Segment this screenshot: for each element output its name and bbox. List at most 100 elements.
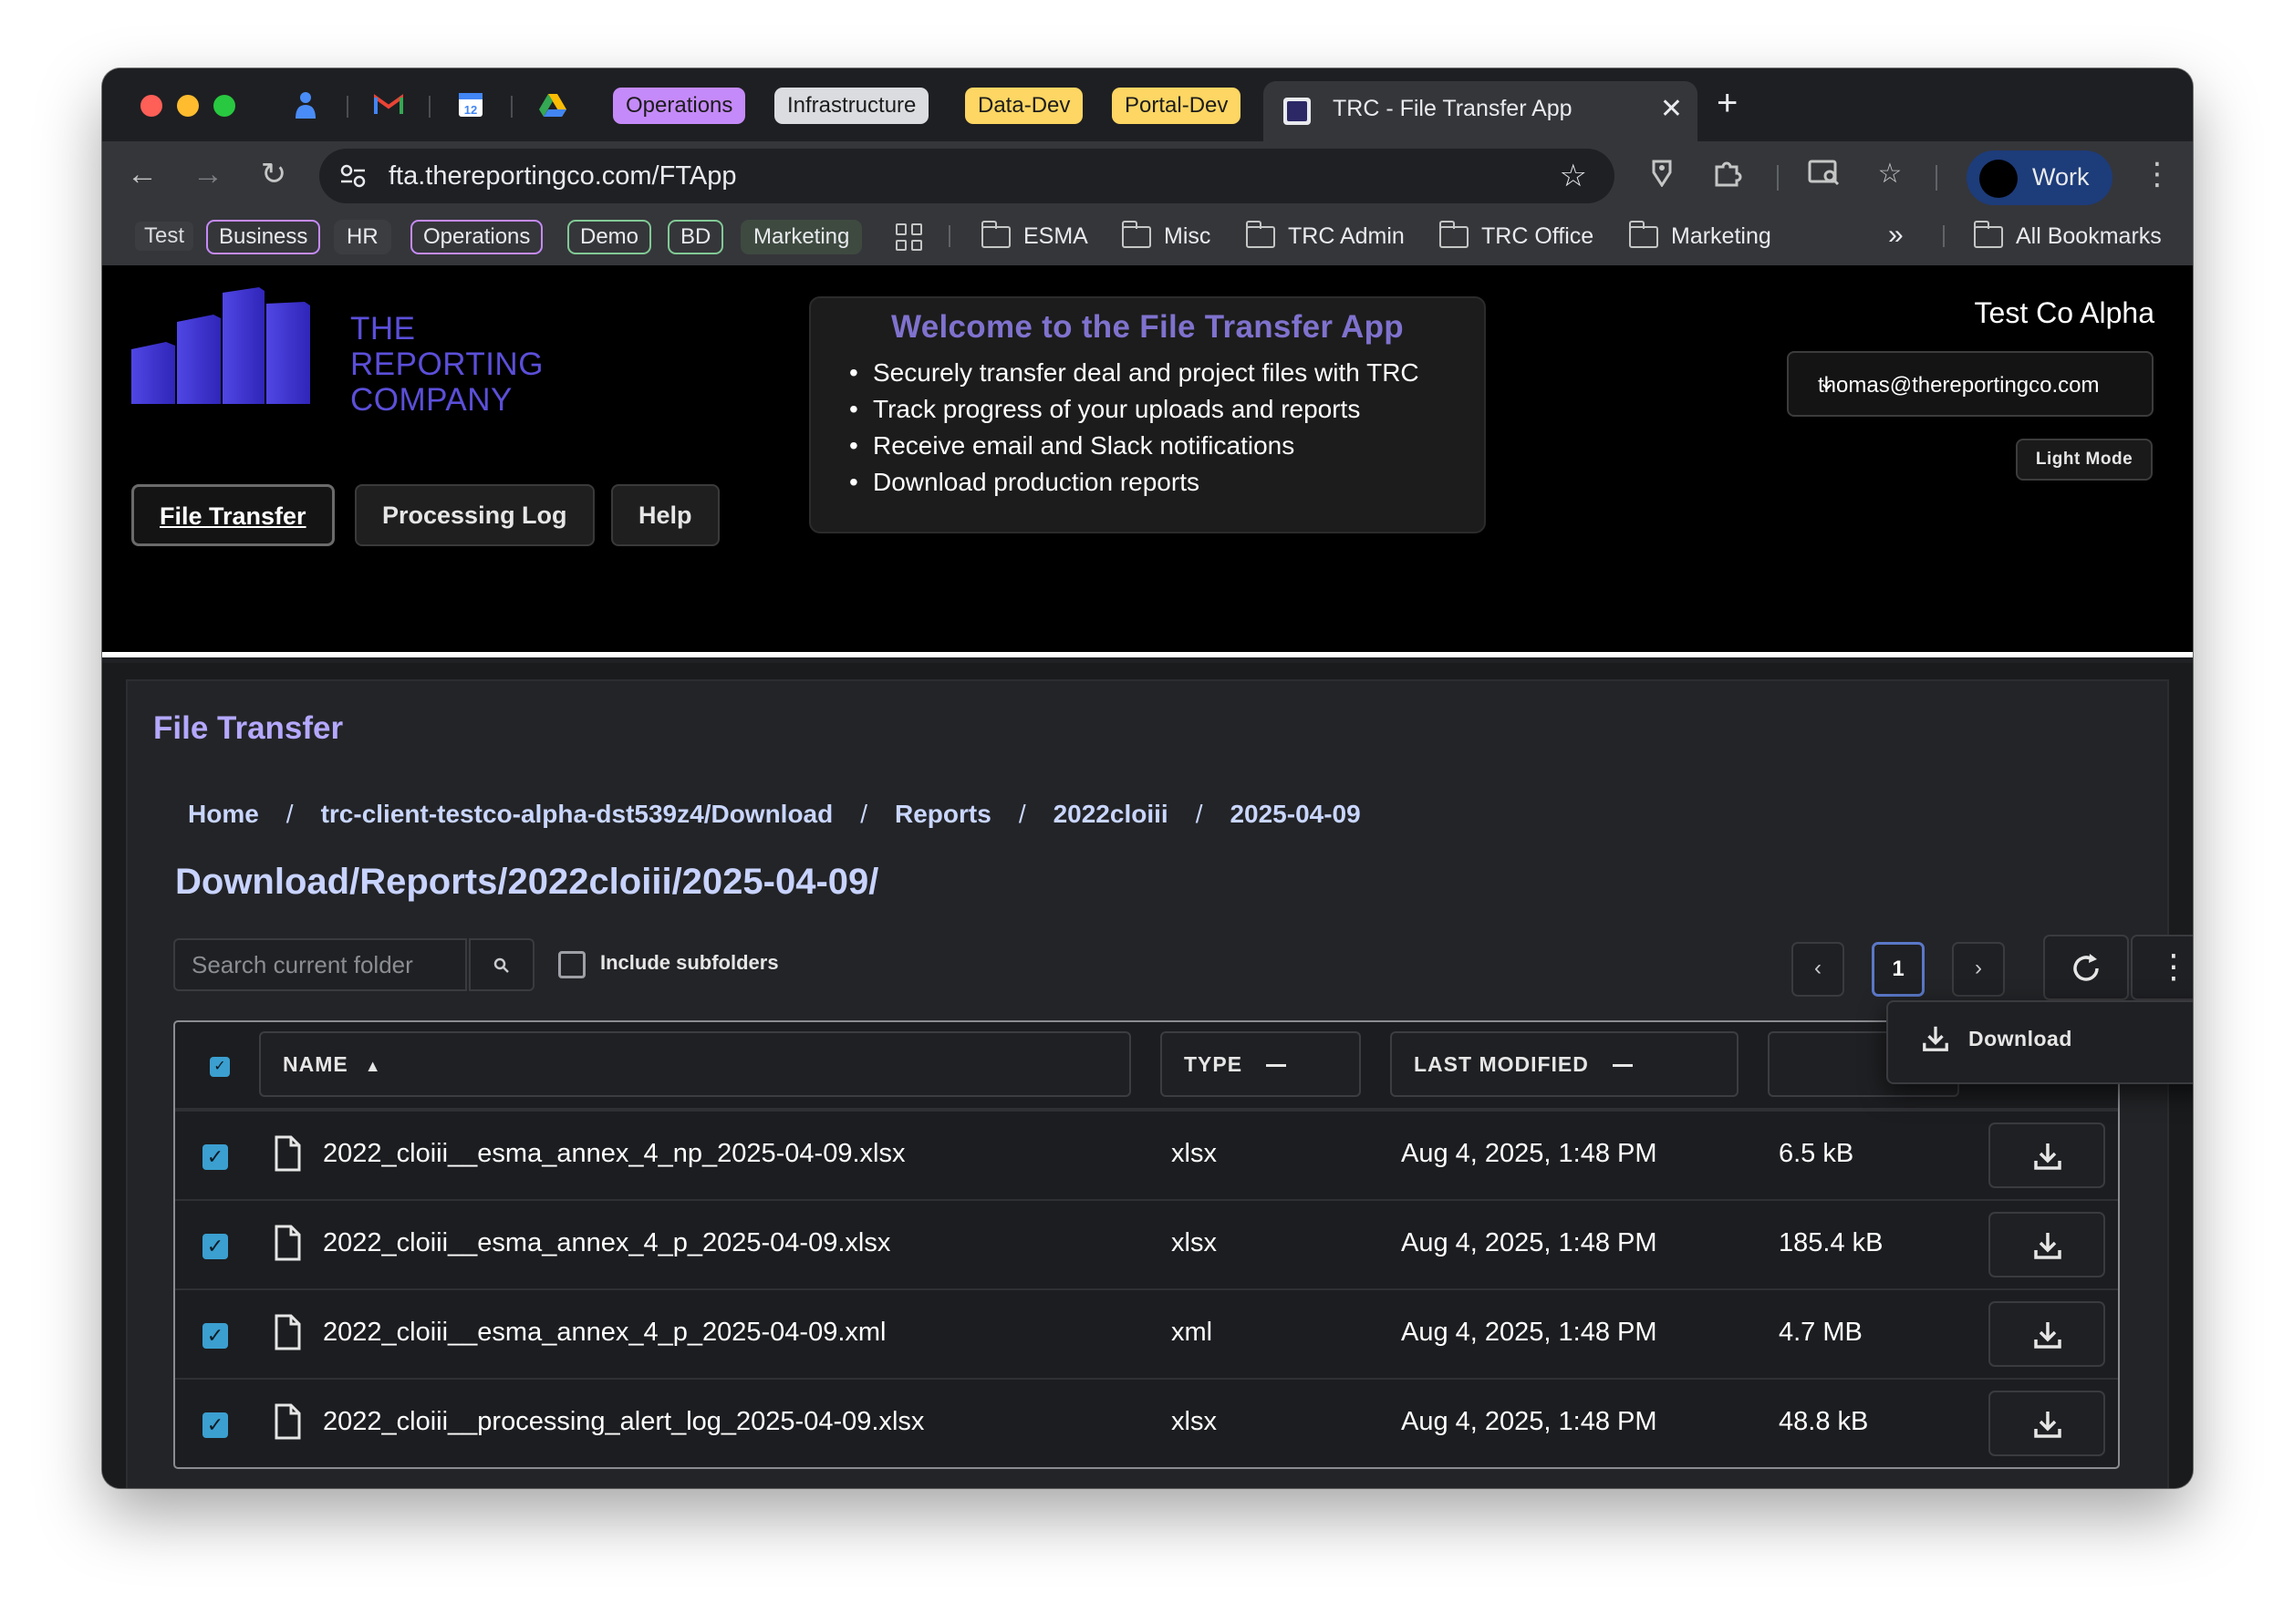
bookmark-bd[interactable]: BD	[668, 220, 724, 254]
more-actions-button[interactable]: ⋮	[2131, 935, 2193, 1000]
file-type: xlsx	[1171, 1228, 1217, 1257]
file-name[interactable]: 2022_cloiii__esma_annex_4_p_2025-04-09.x…	[323, 1318, 887, 1348]
minimize-window-button[interactable]	[177, 95, 199, 117]
profile-button[interactable]: Work	[1967, 150, 2112, 205]
forward-arrow-icon[interactable]: →	[190, 156, 226, 192]
next-page-button[interactable]: ›	[1952, 942, 2005, 997]
address-bar[interactable]: fta.thereportingco.com/FTApp ☆	[319, 149, 1614, 203]
table-row[interactable]: ✓ 2022_cloiii__esma_annex_4_p_2025-04-09…	[175, 1288, 2118, 1378]
bookmarks-star-icon[interactable]: ☆	[1874, 158, 1906, 191]
new-tab-icon[interactable]: +	[1717, 85, 1738, 121]
bookmark-hr[interactable]: HR	[334, 220, 391, 254]
user-email-select[interactable]: thomas@thereportingco.com ⌄	[1787, 351, 2154, 417]
bookmark-operations[interactable]: Operations	[410, 220, 544, 254]
bookmark-demo[interactable]: Demo	[567, 220, 652, 254]
previous-page-button[interactable]: ‹	[1791, 942, 1844, 997]
back-arrow-icon[interactable]: ←	[124, 156, 161, 192]
welcome-list: Securely transfer deal and project files…	[849, 355, 1419, 501]
dropdown-download-item[interactable]: Download	[1921, 1024, 2072, 1053]
nav-help[interactable]: Help	[611, 484, 720, 546]
close-tab-icon[interactable]: ✕	[1660, 94, 1683, 125]
folder-icon	[1628, 220, 1658, 248]
bookmark-folder-marketing[interactable]: Marketing	[1628, 220, 1771, 250]
file-icon	[275, 1314, 301, 1350]
bookmark-folder-trc-office[interactable]: TRC Office	[1438, 220, 1593, 250]
active-tab[interactable]: TRC - File Transfer App ✕	[1263, 81, 1697, 141]
bookmark-marketing-chip[interactable]: Marketing	[741, 220, 863, 254]
apps-grid-icon[interactable]	[896, 223, 923, 251]
bookmark-folder-misc[interactable]: Misc	[1121, 220, 1210, 250]
light-mode-button[interactable]: Light Mode	[2016, 439, 2153, 481]
pinned-tab-calendar-icon[interactable]: 12	[454, 88, 487, 121]
download-file-button[interactable]	[1988, 1122, 2105, 1188]
row-checkbox[interactable]: ✓	[202, 1412, 228, 1438]
file-icon	[275, 1135, 301, 1172]
column-header-type[interactable]: TYPE	[1160, 1031, 1361, 1097]
extensions-puzzle-icon[interactable]	[1711, 158, 1744, 191]
search-button[interactable]	[469, 938, 535, 991]
column-header-last-modified[interactable]: LAST MODIFIED	[1390, 1031, 1739, 1097]
refresh-button[interactable]	[2043, 935, 2129, 1000]
search-input[interactable]: Search current folder	[173, 938, 467, 991]
nav-processing-log[interactable]: Processing Log	[355, 484, 595, 546]
file-name[interactable]: 2022_cloiii__processing_alert_log_2025-0…	[323, 1407, 924, 1437]
table-header: ✓ NAME ▲ TYPE LAST MODIFIED	[175, 1022, 2118, 1110]
folder-icon	[981, 220, 1011, 248]
breadcrumb: Home / trc-client-testco-alpha-dst539z4/…	[188, 800, 1361, 829]
actions-dropdown-menu: Download	[1886, 1000, 2193, 1084]
tab-search-icon[interactable]	[1808, 158, 1841, 191]
tab-group-operations[interactable]: Operations	[613, 88, 746, 124]
file-transfer-panel: File Transfer Home / trc-client-testco-a…	[126, 679, 2193, 1488]
bookmark-test[interactable]: Test	[135, 222, 194, 251]
reload-icon[interactable]: ↻	[255, 156, 292, 192]
bookmark-folder-trc-admin[interactable]: TRC Admin	[1245, 220, 1405, 250]
pinned-tab-person-icon[interactable]	[289, 88, 322, 121]
tab-strip: 12 Operations Infrastructure Data-Dev Po…	[102, 68, 2193, 141]
all-bookmarks-folder[interactable]: All Bookmarks	[1973, 220, 2162, 250]
row-checkbox[interactable]: ✓	[202, 1234, 228, 1259]
download-file-button[interactable]	[1988, 1391, 2105, 1456]
bookmark-business[interactable]: Business	[206, 220, 321, 254]
row-checkbox[interactable]: ✓	[202, 1323, 228, 1349]
tab-group-data-dev[interactable]: Data-Dev	[965, 88, 1084, 124]
breadcrumb-deal[interactable]: 2022cloiii	[1054, 800, 1168, 829]
table-row[interactable]: ✓ 2022_cloiii__esma_annex_4_np_2025-04-0…	[175, 1110, 2118, 1199]
nav-file-transfer[interactable]: File Transfer	[131, 484, 335, 546]
logo-text: THE REPORTING COMPANY	[350, 311, 544, 418]
select-all-checkbox[interactable]: ✓	[210, 1057, 230, 1077]
maximize-window-button[interactable]	[213, 95, 235, 117]
password-key-icon[interactable]	[1645, 158, 1678, 191]
file-name[interactable]: 2022_cloiii__esma_annex_4_np_2025-04-09.…	[323, 1139, 905, 1169]
tab-group-portal-dev[interactable]: Portal-Dev	[1112, 88, 1241, 124]
include-subfolders-checkbox[interactable]	[558, 951, 586, 978]
breadcrumb-date[interactable]: 2025-04-09	[1230, 800, 1360, 829]
avatar	[1979, 160, 2018, 198]
file-type: xlsx	[1171, 1139, 1217, 1168]
download-file-button[interactable]	[1988, 1212, 2105, 1277]
close-window-button[interactable]	[140, 95, 162, 117]
pinned-tab-gmail-icon[interactable]	[372, 88, 405, 121]
bookmark-star-icon[interactable]: ☆	[1560, 158, 1587, 194]
welcome-bullet: Receive email and Slack notifications	[849, 428, 1419, 464]
table-row[interactable]: ✓ 2022_cloiii__esma_annex_4_p_2025-04-09…	[175, 1199, 2118, 1288]
breadcrumb-bucket[interactable]: trc-client-testco-alpha-dst539z4/Downloa…	[321, 800, 834, 829]
current-path-heading: Download/Reports/2022cloiii/2025-04-09/	[175, 862, 879, 902]
pinned-tab-drive-icon[interactable]	[536, 88, 569, 121]
tab-group-infrastructure[interactable]: Infrastructure	[774, 88, 929, 124]
file-name[interactable]: 2022_cloiii__esma_annex_4_p_2025-04-09.x…	[323, 1228, 890, 1258]
site-settings-icon[interactable]	[339, 163, 367, 189]
download-file-button[interactable]	[1988, 1301, 2105, 1367]
trc-favicon-icon	[1283, 98, 1311, 125]
table-row[interactable]: ✓ 2022_cloiii__processing_alert_log_2025…	[175, 1378, 2118, 1467]
row-checkbox[interactable]: ✓	[202, 1144, 228, 1170]
more-bookmarks-chevron-icon[interactable]: »	[1888, 220, 1904, 251]
file-size: 185.4 kB	[1779, 1228, 1884, 1257]
breadcrumb-reports[interactable]: Reports	[895, 800, 991, 829]
bookmark-folder-esma[interactable]: ESMA	[981, 220, 1088, 250]
bookmarks-bar: Test Business HR Operations Demo BD Mark…	[102, 207, 2193, 265]
tab-title: TRC - File Transfer App	[1333, 96, 1573, 121]
breadcrumb-home[interactable]: Home	[188, 800, 259, 829]
current-page-button[interactable]: 1	[1872, 942, 1925, 997]
chrome-menu-icon[interactable]: ⋮	[2142, 156, 2173, 192]
column-header-name[interactable]: NAME ▲	[259, 1031, 1131, 1097]
